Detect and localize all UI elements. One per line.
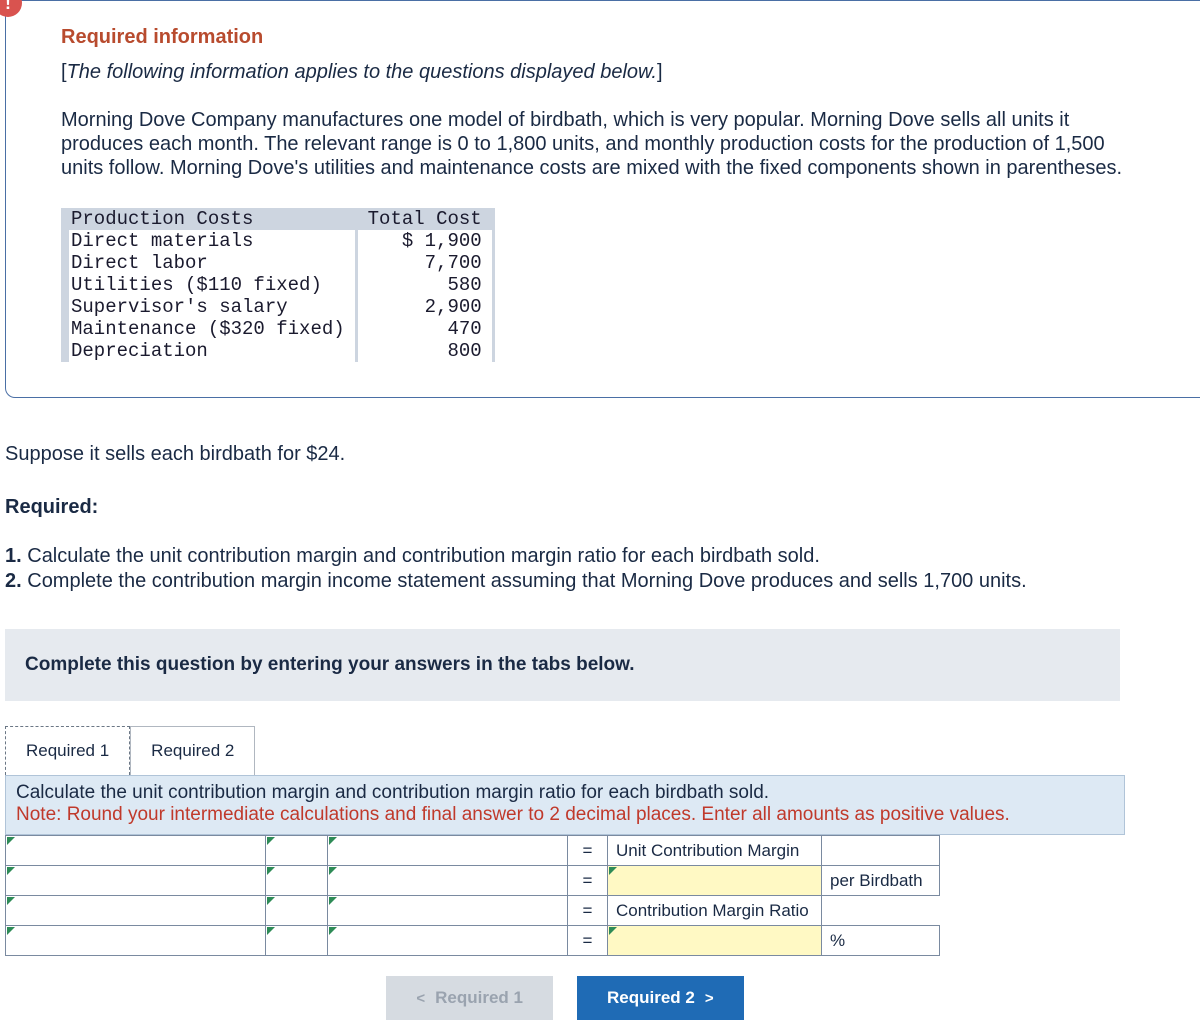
answer-input[interactable] xyxy=(328,866,568,896)
nav-buttons: < Required 1 Required 2 > xyxy=(5,976,1125,1020)
cost-row-label: Maintenance ($320 fixed) xyxy=(61,318,356,340)
prompt-note: Note: Round your intermediate calculatio… xyxy=(16,804,1114,826)
cost-header-label: Production Costs xyxy=(61,208,356,230)
required-info-title: Required information xyxy=(61,26,1145,49)
cost-row-label: Utilities ($110 fixed) xyxy=(61,274,356,296)
answer-input[interactable] xyxy=(6,866,266,896)
cost-header-total: Total Cost xyxy=(356,208,493,230)
answer-input[interactable] xyxy=(266,866,328,896)
answer-input[interactable] xyxy=(266,926,328,956)
requirement-text: Calculate the unit contribution margin a… xyxy=(22,545,820,567)
requirement-item: 1. Calculate the unit contribution margi… xyxy=(5,544,1195,569)
answer-row: = per Birdbath xyxy=(6,866,940,896)
prev-button[interactable]: < Required 1 xyxy=(386,976,553,1020)
answer-row: = Unit Contribution Margin xyxy=(6,836,940,866)
cost-row-label: Direct labor xyxy=(61,252,356,274)
cost-row-label: Supervisor's salary xyxy=(61,296,356,318)
requirement-text: Complete the contribution margin income … xyxy=(22,570,1027,592)
tab-required-1[interactable]: Required 1 xyxy=(5,726,130,775)
production-cost-table: Production Costs Total Cost Direct mater… xyxy=(61,208,495,362)
warning-icon: ! xyxy=(0,0,22,17)
cost-row-value: 2,900 xyxy=(356,296,493,318)
cost-row-label: Direct materials xyxy=(61,230,356,252)
prompt-text: Calculate the unit contribution margin a… xyxy=(16,782,1114,804)
answer-input[interactable] xyxy=(6,836,266,866)
tab-required-2[interactable]: Required 2 xyxy=(130,726,255,775)
next-button[interactable]: Required 2 > xyxy=(577,976,744,1020)
result-value-input[interactable] xyxy=(608,926,822,956)
cost-row-value: 7,700 xyxy=(356,252,493,274)
applies-text: The following information applies to the… xyxy=(67,61,657,83)
answer-input[interactable] xyxy=(266,836,328,866)
required-information-box: ! Required information [The following in… xyxy=(5,0,1200,398)
equals-sign: = xyxy=(568,836,608,866)
prev-label: Required 1 xyxy=(435,988,523,1008)
answer-input[interactable] xyxy=(328,836,568,866)
spacer-cell xyxy=(822,896,940,926)
answer-input[interactable] xyxy=(328,896,568,926)
answer-grid: = Unit Contribution Margin = per Birdbat… xyxy=(5,835,940,956)
requirement-number: 2. xyxy=(5,570,22,592)
tab-bar: Required 1 Required 2 xyxy=(5,726,1200,775)
applies-note: [The following information applies to th… xyxy=(61,61,1145,84)
equals-sign: = xyxy=(568,896,608,926)
answer-input[interactable] xyxy=(6,926,266,956)
cost-row-value: 580 xyxy=(356,274,493,296)
answer-input[interactable] xyxy=(822,836,940,866)
requirement-number: 1. xyxy=(5,545,22,567)
cost-row-value: 470 xyxy=(356,318,493,340)
required-heading: Required: xyxy=(5,496,1195,519)
equals-sign: = xyxy=(568,926,608,956)
instruction-bar: Complete this question by entering your … xyxy=(5,629,1120,701)
bracket-close: ] xyxy=(657,61,663,83)
next-label: Required 2 xyxy=(607,988,695,1008)
scenario-paragraph: Morning Dove Company manufactures one mo… xyxy=(61,108,1145,180)
cost-row-label: Depreciation xyxy=(61,340,356,362)
result-label: Unit Contribution Margin xyxy=(608,836,822,866)
unit-suffix: per Birdbath xyxy=(822,866,940,896)
unit-suffix: % xyxy=(822,926,940,956)
cost-row-value: 800 xyxy=(356,340,493,362)
result-label: Contribution Margin Ratio xyxy=(608,896,822,926)
answer-row: = Contribution Margin Ratio xyxy=(6,896,940,926)
result-value-input[interactable] xyxy=(608,866,822,896)
chevron-left-icon: < xyxy=(416,990,425,1007)
suppose-text: Suppose it sells each birdbath for $24. xyxy=(5,443,1195,466)
tab-panel-required-1: Calculate the unit contribution margin a… xyxy=(5,775,1125,1020)
answer-input[interactable] xyxy=(328,926,568,956)
cost-row-value: $ 1,900 xyxy=(356,230,493,252)
prompt-box: Calculate the unit contribution margin a… xyxy=(5,775,1125,835)
chevron-right-icon: > xyxy=(705,990,714,1007)
answer-row: = % xyxy=(6,926,940,956)
equals-sign: = xyxy=(568,866,608,896)
answer-input[interactable] xyxy=(6,896,266,926)
requirements-list: 1. Calculate the unit contribution margi… xyxy=(5,544,1195,594)
requirement-item: 2. Complete the contribution margin inco… xyxy=(5,569,1195,594)
answer-input[interactable] xyxy=(266,896,328,926)
